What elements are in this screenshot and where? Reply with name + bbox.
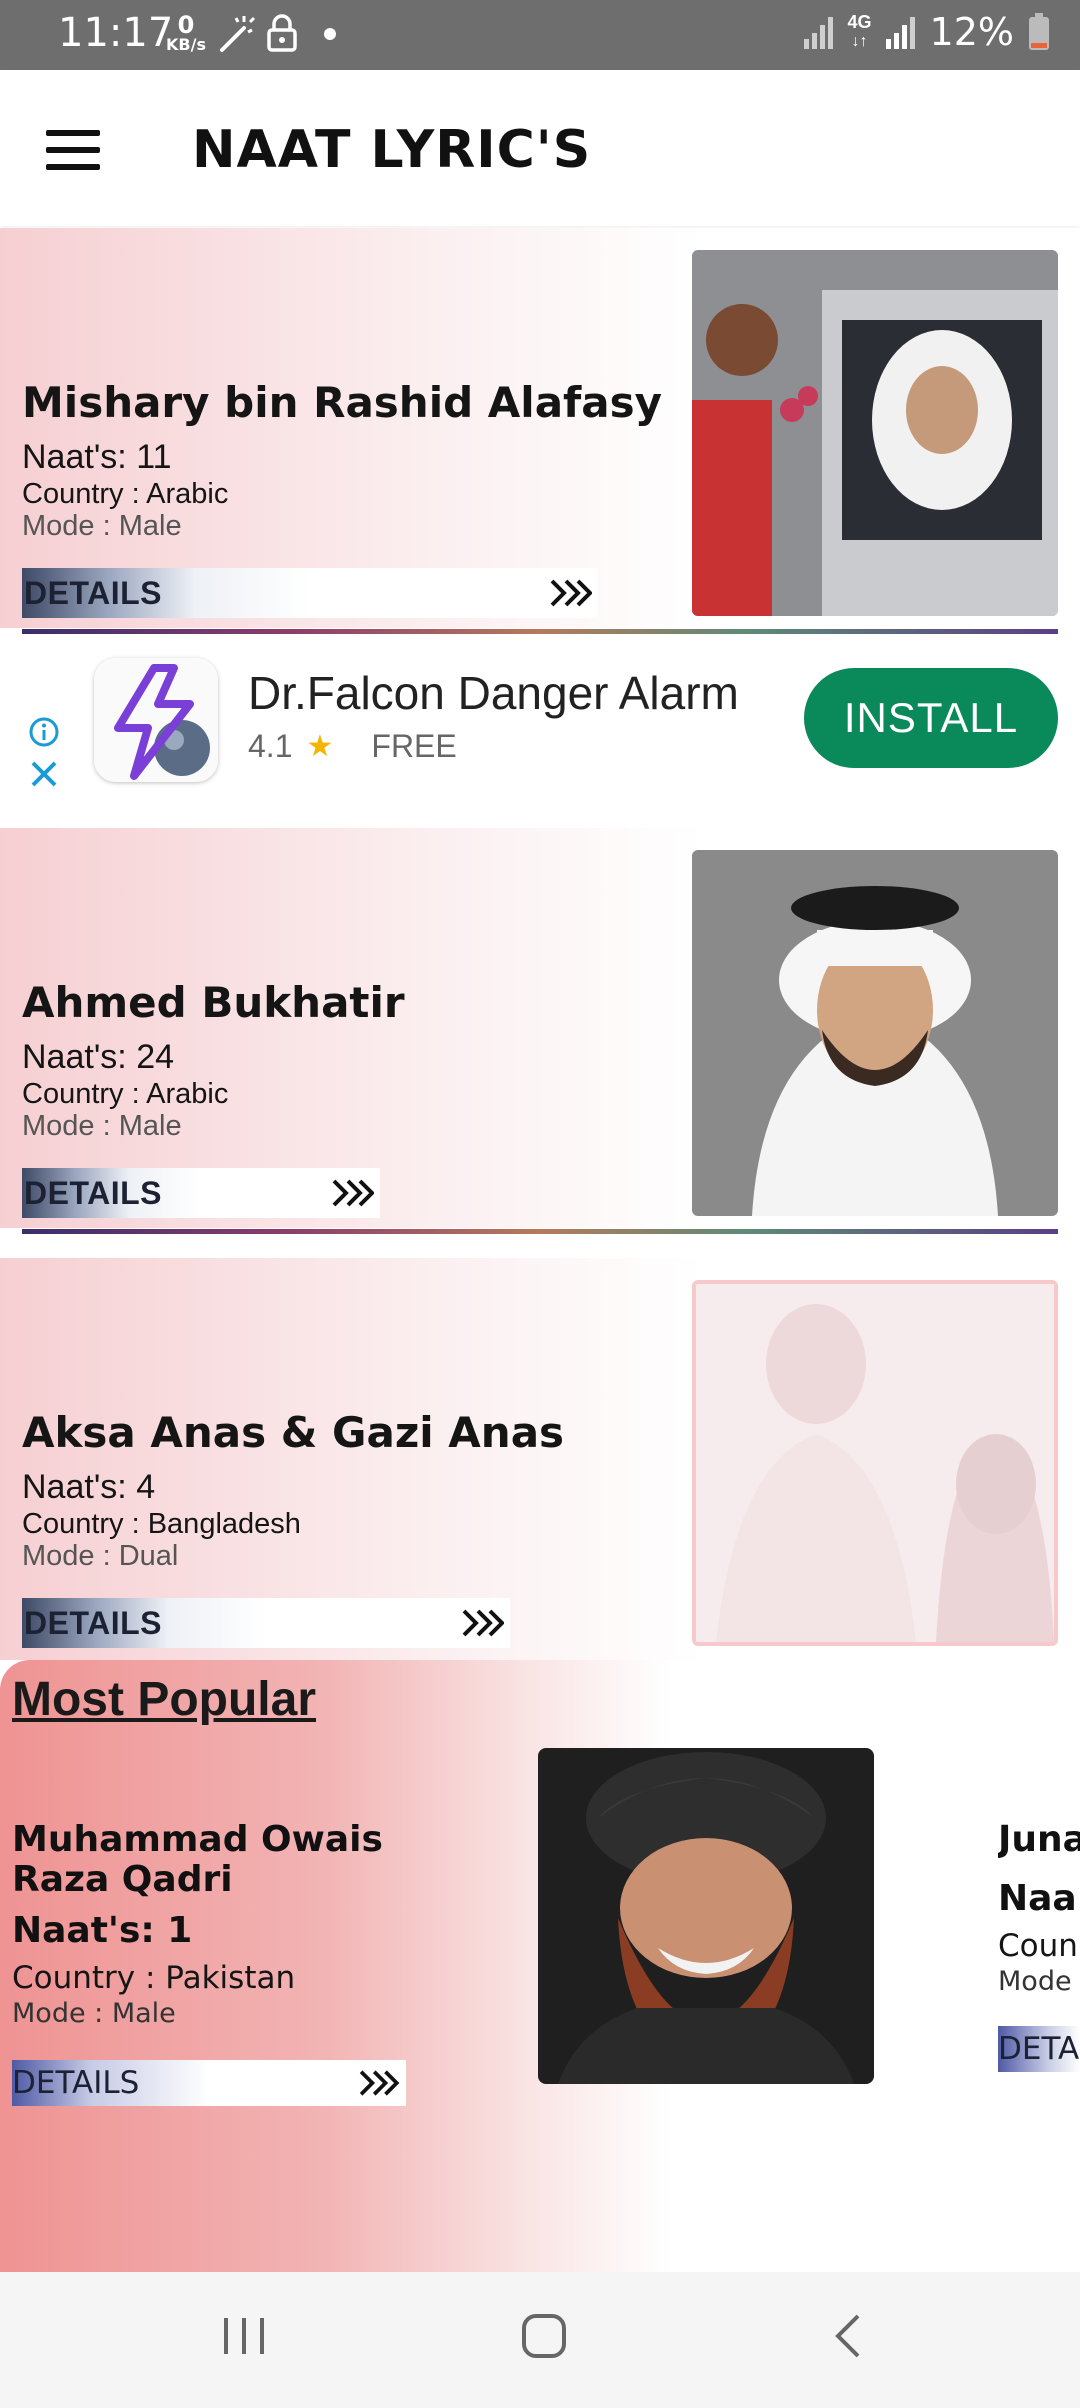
reciter-naats: Naat's: 4	[22, 1468, 156, 1506]
lock-icon	[267, 14, 297, 52]
popular-mode: Mode	[998, 1966, 1072, 1997]
most-popular-title: Most Popular	[12, 1673, 317, 1726]
reciter-photo[interactable]	[692, 250, 1058, 616]
status-right: 4G ↓↑ 12%	[803, 10, 1050, 54]
status-bar: 11:17 0 KB/s 4G ↓↑ 12%	[0, 0, 1080, 70]
popular-card-2[interactable]: Juna Naa Coun Mode DETA	[998, 1820, 1080, 2140]
notification-dot	[324, 28, 336, 40]
reciter-mode: Mode : Dual	[22, 1540, 179, 1572]
divider	[22, 629, 1058, 634]
popular-photo[interactable]	[538, 1748, 874, 2084]
signal-icon	[803, 17, 833, 49]
popular-name: Juna	[998, 1820, 1080, 1860]
popular-mode: Mode : Male	[12, 1998, 176, 2029]
popular-name: Muhammad Owais Raza Qadri	[12, 1819, 383, 1900]
ad-banner[interactable]: Dr.Falcon Danger Alarm 4.1 ★ FREE INSTAL…	[22, 640, 1058, 800]
ad-rating: 4.1 ★ FREE	[248, 728, 457, 764]
details-button[interactable]: DETA	[998, 2026, 1080, 2072]
double-chevron-right-icon	[542, 568, 598, 618]
star-icon: ★	[306, 730, 334, 763]
popular-country: Country : Pakistan	[12, 1960, 296, 1996]
ad-app-icon[interactable]	[94, 658, 218, 782]
popular-country: Coun	[998, 1928, 1078, 1964]
popular-naats: Naa	[998, 1878, 1077, 1919]
reciter-name: Mishary bin Rashid Alafasy	[22, 378, 663, 427]
status-time: 11:17	[58, 10, 174, 56]
home-icon[interactable]	[520, 2312, 568, 2360]
recents-icon[interactable]	[222, 2312, 266, 2360]
reciter-card-3[interactable]: Aksa Anas & Gazi Anas Naat's: 4 Country …	[0, 1258, 1080, 1660]
reciter-name: Ahmed Bukhatir	[22, 978, 405, 1027]
divider	[22, 1229, 1058, 1234]
reciter-photo[interactable]	[692, 1280, 1058, 1646]
install-button[interactable]: INSTALL	[804, 668, 1058, 768]
network-speed: 0 KB/s	[166, 11, 206, 54]
battery-percent: 12%	[929, 10, 1014, 54]
battery-icon	[1029, 13, 1049, 50]
network-type: 4G ↓↑	[847, 12, 872, 50]
reciter-photo[interactable]	[692, 850, 1058, 1216]
reciter-naats: Naat's: 24	[22, 1038, 175, 1076]
double-chevron-right-icon	[324, 1168, 380, 1218]
magic-wand-icon	[220, 16, 256, 52]
details-button[interactable]: DETAILS	[22, 1598, 510, 1648]
data-arrows-icon: ↓↑	[851, 33, 868, 50]
hamburger-menu-icon[interactable]	[46, 130, 100, 170]
signal-icon-2	[885, 17, 915, 49]
reciter-mode: Mode : Male	[22, 1110, 182, 1142]
ad-info-icon[interactable]	[28, 716, 60, 748]
app-title: NAAT LYRIC'S	[192, 120, 592, 180]
double-chevron-right-icon	[454, 1598, 510, 1648]
ad-close-icon[interactable]	[30, 760, 58, 788]
reciter-naats: Naat's: 11	[22, 438, 172, 476]
details-button[interactable]: DETAILS	[22, 568, 598, 618]
app-bar: NAAT LYRIC'S	[0, 70, 1080, 226]
popular-naats: Naat's: 1	[12, 1910, 193, 1951]
reciter-card-1[interactable]: Mishary bin Rashid Alafasy Naat's: 11 Co…	[0, 228, 1080, 628]
reciter-country: Country : Arabic	[22, 1078, 229, 1110]
details-button[interactable]: DETAILS	[22, 1168, 380, 1218]
reciter-card-2[interactable]: Ahmed Bukhatir Naat's: 24 Country : Arab…	[0, 828, 1080, 1228]
double-chevron-right-icon	[350, 2060, 406, 2106]
reciter-name: Aksa Anas & Gazi Anas	[22, 1408, 565, 1457]
back-icon[interactable]	[832, 2312, 864, 2360]
ad-title[interactable]: Dr.Falcon Danger Alarm	[248, 666, 739, 720]
reciter-country: Country : Arabic	[22, 478, 229, 510]
details-button[interactable]: DETAILS	[12, 2060, 406, 2106]
reciter-country: Country : Bangladesh	[22, 1508, 301, 1540]
system-nav-bar	[0, 2272, 1080, 2408]
reciter-mode: Mode : Male	[22, 510, 182, 542]
